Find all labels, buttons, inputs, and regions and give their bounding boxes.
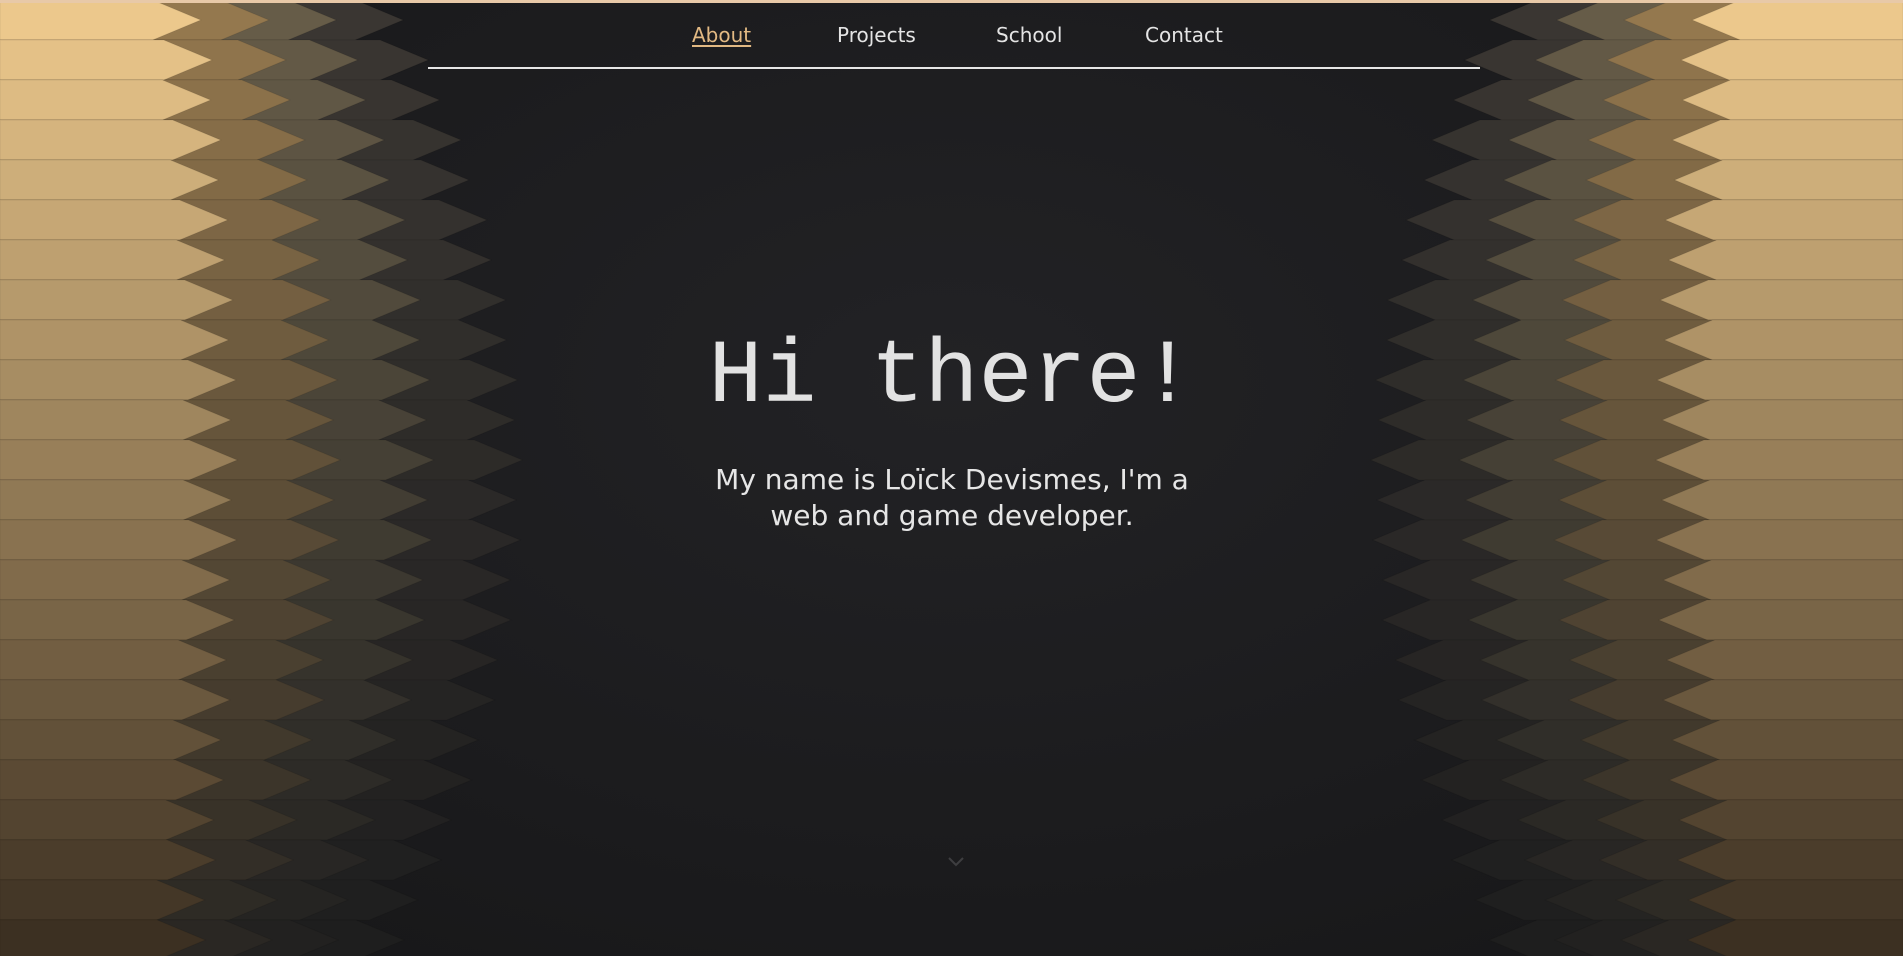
page: About Projects School Contact Hi there! … (0, 0, 1903, 956)
chevron-down-icon[interactable] (944, 852, 968, 872)
nav-link-about[interactable]: About (692, 23, 751, 47)
hero-subtitle: My name is Loïck Devismes, I'm a web and… (715, 463, 1189, 532)
hero-title: Hi there! (708, 327, 1195, 429)
nav-link-contact[interactable]: Contact (1145, 23, 1223, 47)
main-nav: About Projects School Contact (428, 3, 1480, 69)
nav-link-projects[interactable]: Projects (837, 23, 916, 47)
nav-link-school[interactable]: School (996, 23, 1062, 47)
